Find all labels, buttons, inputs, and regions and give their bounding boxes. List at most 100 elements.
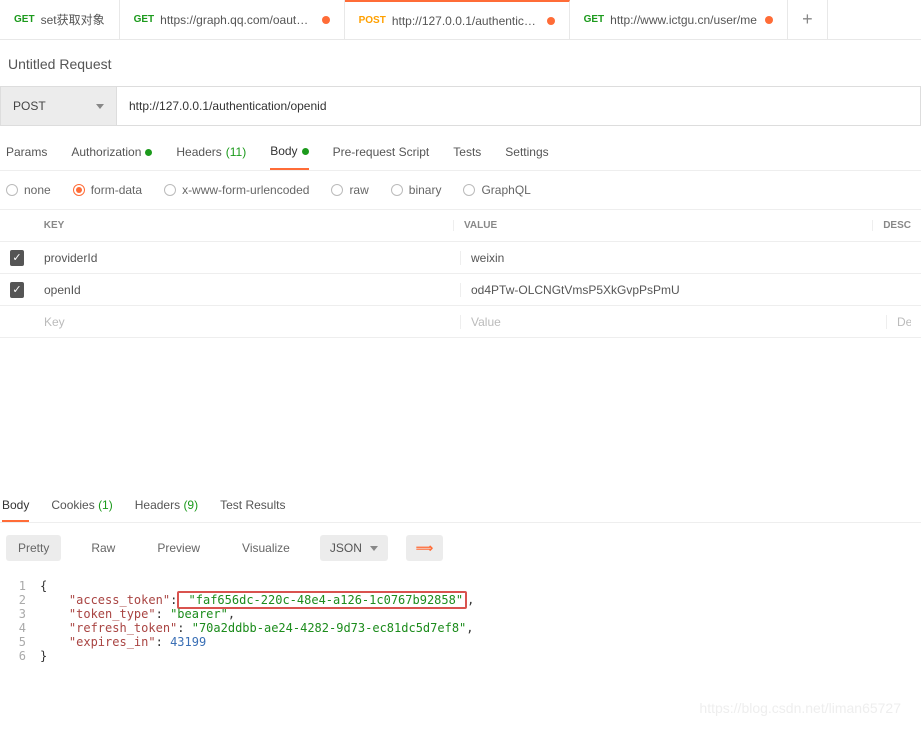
radio-label: none xyxy=(24,183,51,197)
tab-title: set获取对象 xyxy=(41,11,105,28)
radio-raw[interactable]: raw xyxy=(331,183,368,197)
tab-authorization[interactable]: Authorization xyxy=(71,144,152,170)
tab-headers[interactable]: Headers (11) xyxy=(176,144,246,170)
row-checkbox-cell[interactable]: ✓ xyxy=(0,282,34,298)
tab-label: Headers xyxy=(135,498,180,512)
tab-prerequest[interactable]: Pre-request Script xyxy=(333,144,430,170)
line-number: 3 xyxy=(0,607,40,621)
json-string: "70a2ddbb-ae24-4282-9d73-ec81dc5d7ef8" xyxy=(192,621,467,635)
view-raw-button[interactable]: Raw xyxy=(79,535,127,561)
tab-label: Body xyxy=(270,144,297,158)
line-number: 1 xyxy=(0,579,40,593)
table-row-empty xyxy=(0,306,921,338)
url-input[interactable] xyxy=(116,86,921,126)
json-code: "access_token": "faf656dc-220c-48e4-a126… xyxy=(40,593,474,607)
spacer xyxy=(0,338,921,488)
json-code: "refresh_token": "70a2ddbb-ae24-4282-9d7… xyxy=(40,621,474,635)
radio-label: GraphQL xyxy=(481,183,530,197)
row-key[interactable] xyxy=(34,315,460,329)
unsaved-dot-icon xyxy=(322,16,330,24)
row-value[interactable]: od4PTw-OLCNGtVmsP5XkGvpPsPmU xyxy=(460,283,886,297)
tab-3[interactable]: GET http://www.ictgu.cn/user/me xyxy=(570,0,788,39)
radio-binary[interactable]: binary xyxy=(391,183,442,197)
tab-method: GET xyxy=(134,14,155,25)
resp-tab-cookies[interactable]: Cookies (1) xyxy=(51,498,112,522)
key-input[interactable] xyxy=(44,315,450,329)
row-desc[interactable] xyxy=(886,315,921,329)
radio-urlencoded[interactable]: x-www-form-urlencoded xyxy=(164,183,309,197)
json-key: "access_token" xyxy=(69,593,170,607)
radio-icon xyxy=(391,184,403,196)
unsaved-dot-icon xyxy=(547,17,555,25)
formdata-table: KEY VALUE DESC ✓ providerId weixin ✓ ope… xyxy=(0,209,921,338)
resp-tab-testresults[interactable]: Test Results xyxy=(220,498,285,522)
json-line: 5 "expires_in": 43199 xyxy=(0,635,921,649)
method-select[interactable]: POST xyxy=(0,86,116,126)
tab-method: GET xyxy=(584,14,605,25)
top-tabs: GET set获取对象 GET https://graph.qq.com/oau… xyxy=(0,0,921,40)
json-line: 4 "refresh_token": "70a2ddbb-ae24-4282-9… xyxy=(0,621,921,635)
view-pretty-button[interactable]: Pretty xyxy=(6,535,61,561)
view-visualize-button[interactable]: Visualize xyxy=(230,535,302,561)
view-preview-button[interactable]: Preview xyxy=(145,535,212,561)
json-string: "bearer" xyxy=(170,607,228,621)
headers-count: (9) xyxy=(183,498,198,512)
checkbox-icon: ✓ xyxy=(10,250,24,266)
add-tab-button[interactable]: + xyxy=(788,0,828,39)
tab-method: GET xyxy=(14,14,35,25)
row-key[interactable]: openId xyxy=(34,283,460,297)
radio-none[interactable]: none xyxy=(6,183,51,197)
json-code: "expires_in": 43199 xyxy=(40,635,206,649)
radio-icon xyxy=(73,184,85,196)
desc-input[interactable] xyxy=(897,315,911,329)
line-number: 2 xyxy=(0,593,40,607)
chevron-down-icon xyxy=(96,104,104,109)
radio-label: form-data xyxy=(91,183,142,197)
json-code: } xyxy=(40,649,47,663)
tab-params[interactable]: Params xyxy=(6,144,47,170)
radio-graphql[interactable]: GraphQL xyxy=(463,183,530,197)
tab-1[interactable]: GET https://graph.qq.com/oauth2.0... xyxy=(120,0,345,39)
json-string: "faf656dc-220c-48e4-a126-1c0767b92858" xyxy=(189,593,464,607)
header-key: KEY xyxy=(34,220,453,231)
header-desc: DESC xyxy=(872,220,921,231)
row-value[interactable] xyxy=(460,315,886,329)
json-line: 6} xyxy=(0,649,921,663)
line-number: 5 xyxy=(0,635,40,649)
json-line: 2 "access_token": "faf656dc-220c-48e4-a1… xyxy=(0,593,921,607)
radio-formdata[interactable]: form-data xyxy=(73,183,142,197)
json-line: 3 "token_type": "bearer", xyxy=(0,607,921,621)
tab-body[interactable]: Body xyxy=(270,144,308,170)
header-value: VALUE xyxy=(453,220,872,231)
row-key[interactable]: providerId xyxy=(34,251,460,265)
checkbox-icon: ✓ xyxy=(10,282,24,298)
value-input[interactable] xyxy=(471,315,876,329)
tab-0[interactable]: GET set获取对象 xyxy=(0,0,120,39)
json-number: 43199 xyxy=(170,635,206,649)
row-checkbox-cell[interactable]: ✓ xyxy=(0,250,34,266)
watermark: https://blog.csdn.net/liman65727 xyxy=(699,700,901,716)
format-select[interactable]: JSON xyxy=(320,535,388,561)
table-header: KEY VALUE DESC xyxy=(0,210,921,242)
row-value[interactable]: weixin xyxy=(460,251,886,265)
json-key: "refresh_token" xyxy=(69,621,177,635)
tab-title: http://127.0.0.1/authenticatio... xyxy=(392,14,539,28)
tab-label: Authorization xyxy=(71,145,141,159)
radio-label: raw xyxy=(349,183,368,197)
json-response: 1{ 2 "access_token": "faf656dc-220c-48e4… xyxy=(0,573,921,669)
table-row: ✓ openId od4PTw-OLCNGtVmsP5XkGvpPsPmU xyxy=(0,274,921,306)
wrap-lines-button[interactable]: ⟹ xyxy=(406,535,443,561)
resp-tab-headers[interactable]: Headers (9) xyxy=(135,498,198,522)
radio-icon xyxy=(463,184,475,196)
resp-tab-body[interactable]: Body xyxy=(2,498,29,522)
tab-settings[interactable]: Settings xyxy=(505,144,548,170)
tab-2[interactable]: POST http://127.0.0.1/authenticatio... xyxy=(345,0,570,39)
tab-title: https://graph.qq.com/oauth2.0... xyxy=(160,13,313,27)
chevron-down-icon xyxy=(370,546,378,551)
json-code: { xyxy=(40,579,47,593)
tab-label: Cookies xyxy=(51,498,94,512)
line-number: 4 xyxy=(0,621,40,635)
tab-tests[interactable]: Tests xyxy=(453,144,481,170)
radio-icon xyxy=(6,184,18,196)
request-title[interactable]: Untitled Request xyxy=(0,40,921,86)
